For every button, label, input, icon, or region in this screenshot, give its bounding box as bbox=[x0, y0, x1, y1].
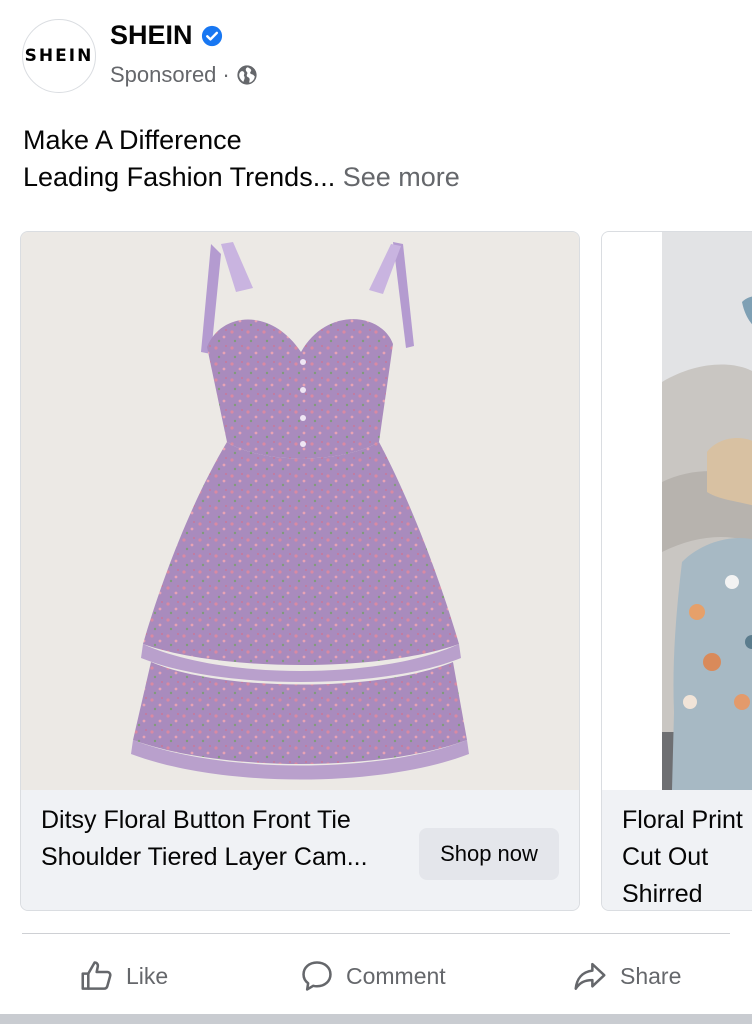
page-name-row: SHEIN bbox=[110, 20, 223, 51]
post-meta: Sponsored · bbox=[110, 62, 258, 88]
feed-separator bbox=[0, 1014, 752, 1024]
speech-bubble-icon bbox=[302, 961, 332, 991]
product-title[interactable]: Ditsy Floral Button Front Tie Shoulder T… bbox=[41, 802, 401, 876]
caption-line-2: Leading Fashion Trends... See more bbox=[23, 159, 460, 196]
card-footer: Floral Print Cut Out Shirred bbox=[602, 790, 752, 910]
product-image[interactable] bbox=[602, 232, 752, 790]
sponsored-label[interactable]: Sponsored bbox=[110, 62, 216, 88]
caption-line-1: Make A Difference bbox=[23, 125, 242, 155]
like-button[interactable]: Like bbox=[78, 948, 168, 1004]
product-title-text: Floral Print Cut Out Shirred bbox=[622, 806, 743, 908]
see-more-link[interactable]: See more bbox=[343, 162, 460, 192]
comment-label: Comment bbox=[346, 962, 446, 989]
verified-badge-icon bbox=[201, 25, 222, 46]
avatar-logo-text: SHEIN bbox=[24, 46, 94, 66]
product-title[interactable]: Floral Print Cut Out Shirred bbox=[622, 802, 752, 910]
post-header: SHEIN SHEIN Sponsored · bbox=[0, 0, 752, 110]
product-image[interactable] bbox=[21, 232, 579, 790]
action-divider bbox=[22, 933, 730, 934]
carousel-card[interactable]: Floral Print Cut Out Shirred bbox=[601, 231, 752, 911]
like-label: Like bbox=[126, 962, 169, 989]
post-caption: Make A Difference Leading Fashion Trends… bbox=[23, 122, 460, 196]
shop-now-button[interactable]: Shop now bbox=[419, 828, 559, 880]
globe-icon bbox=[237, 65, 257, 85]
lavender-floral-dress-image bbox=[131, 242, 469, 780]
page-name[interactable]: SHEIN bbox=[110, 20, 193, 51]
page-avatar[interactable]: SHEIN bbox=[22, 19, 96, 93]
comment-button[interactable]: Comment bbox=[298, 948, 446, 1004]
card-footer: Ditsy Floral Button Front Tie Shoulder T… bbox=[21, 790, 579, 910]
meta-separator: · bbox=[222, 62, 230, 87]
carousel-card[interactable]: Ditsy Floral Button Front Tie Shoulder T… bbox=[20, 231, 580, 911]
share-label: Share bbox=[620, 962, 682, 989]
share-arrow-icon bbox=[574, 962, 606, 990]
caption-line-2-text: Leading Fashion Trends... bbox=[23, 162, 336, 192]
share-button[interactable]: Share bbox=[570, 948, 681, 1004]
floral-print-dress-model-image bbox=[662, 232, 752, 790]
thumbs-up-icon bbox=[81, 961, 112, 990]
